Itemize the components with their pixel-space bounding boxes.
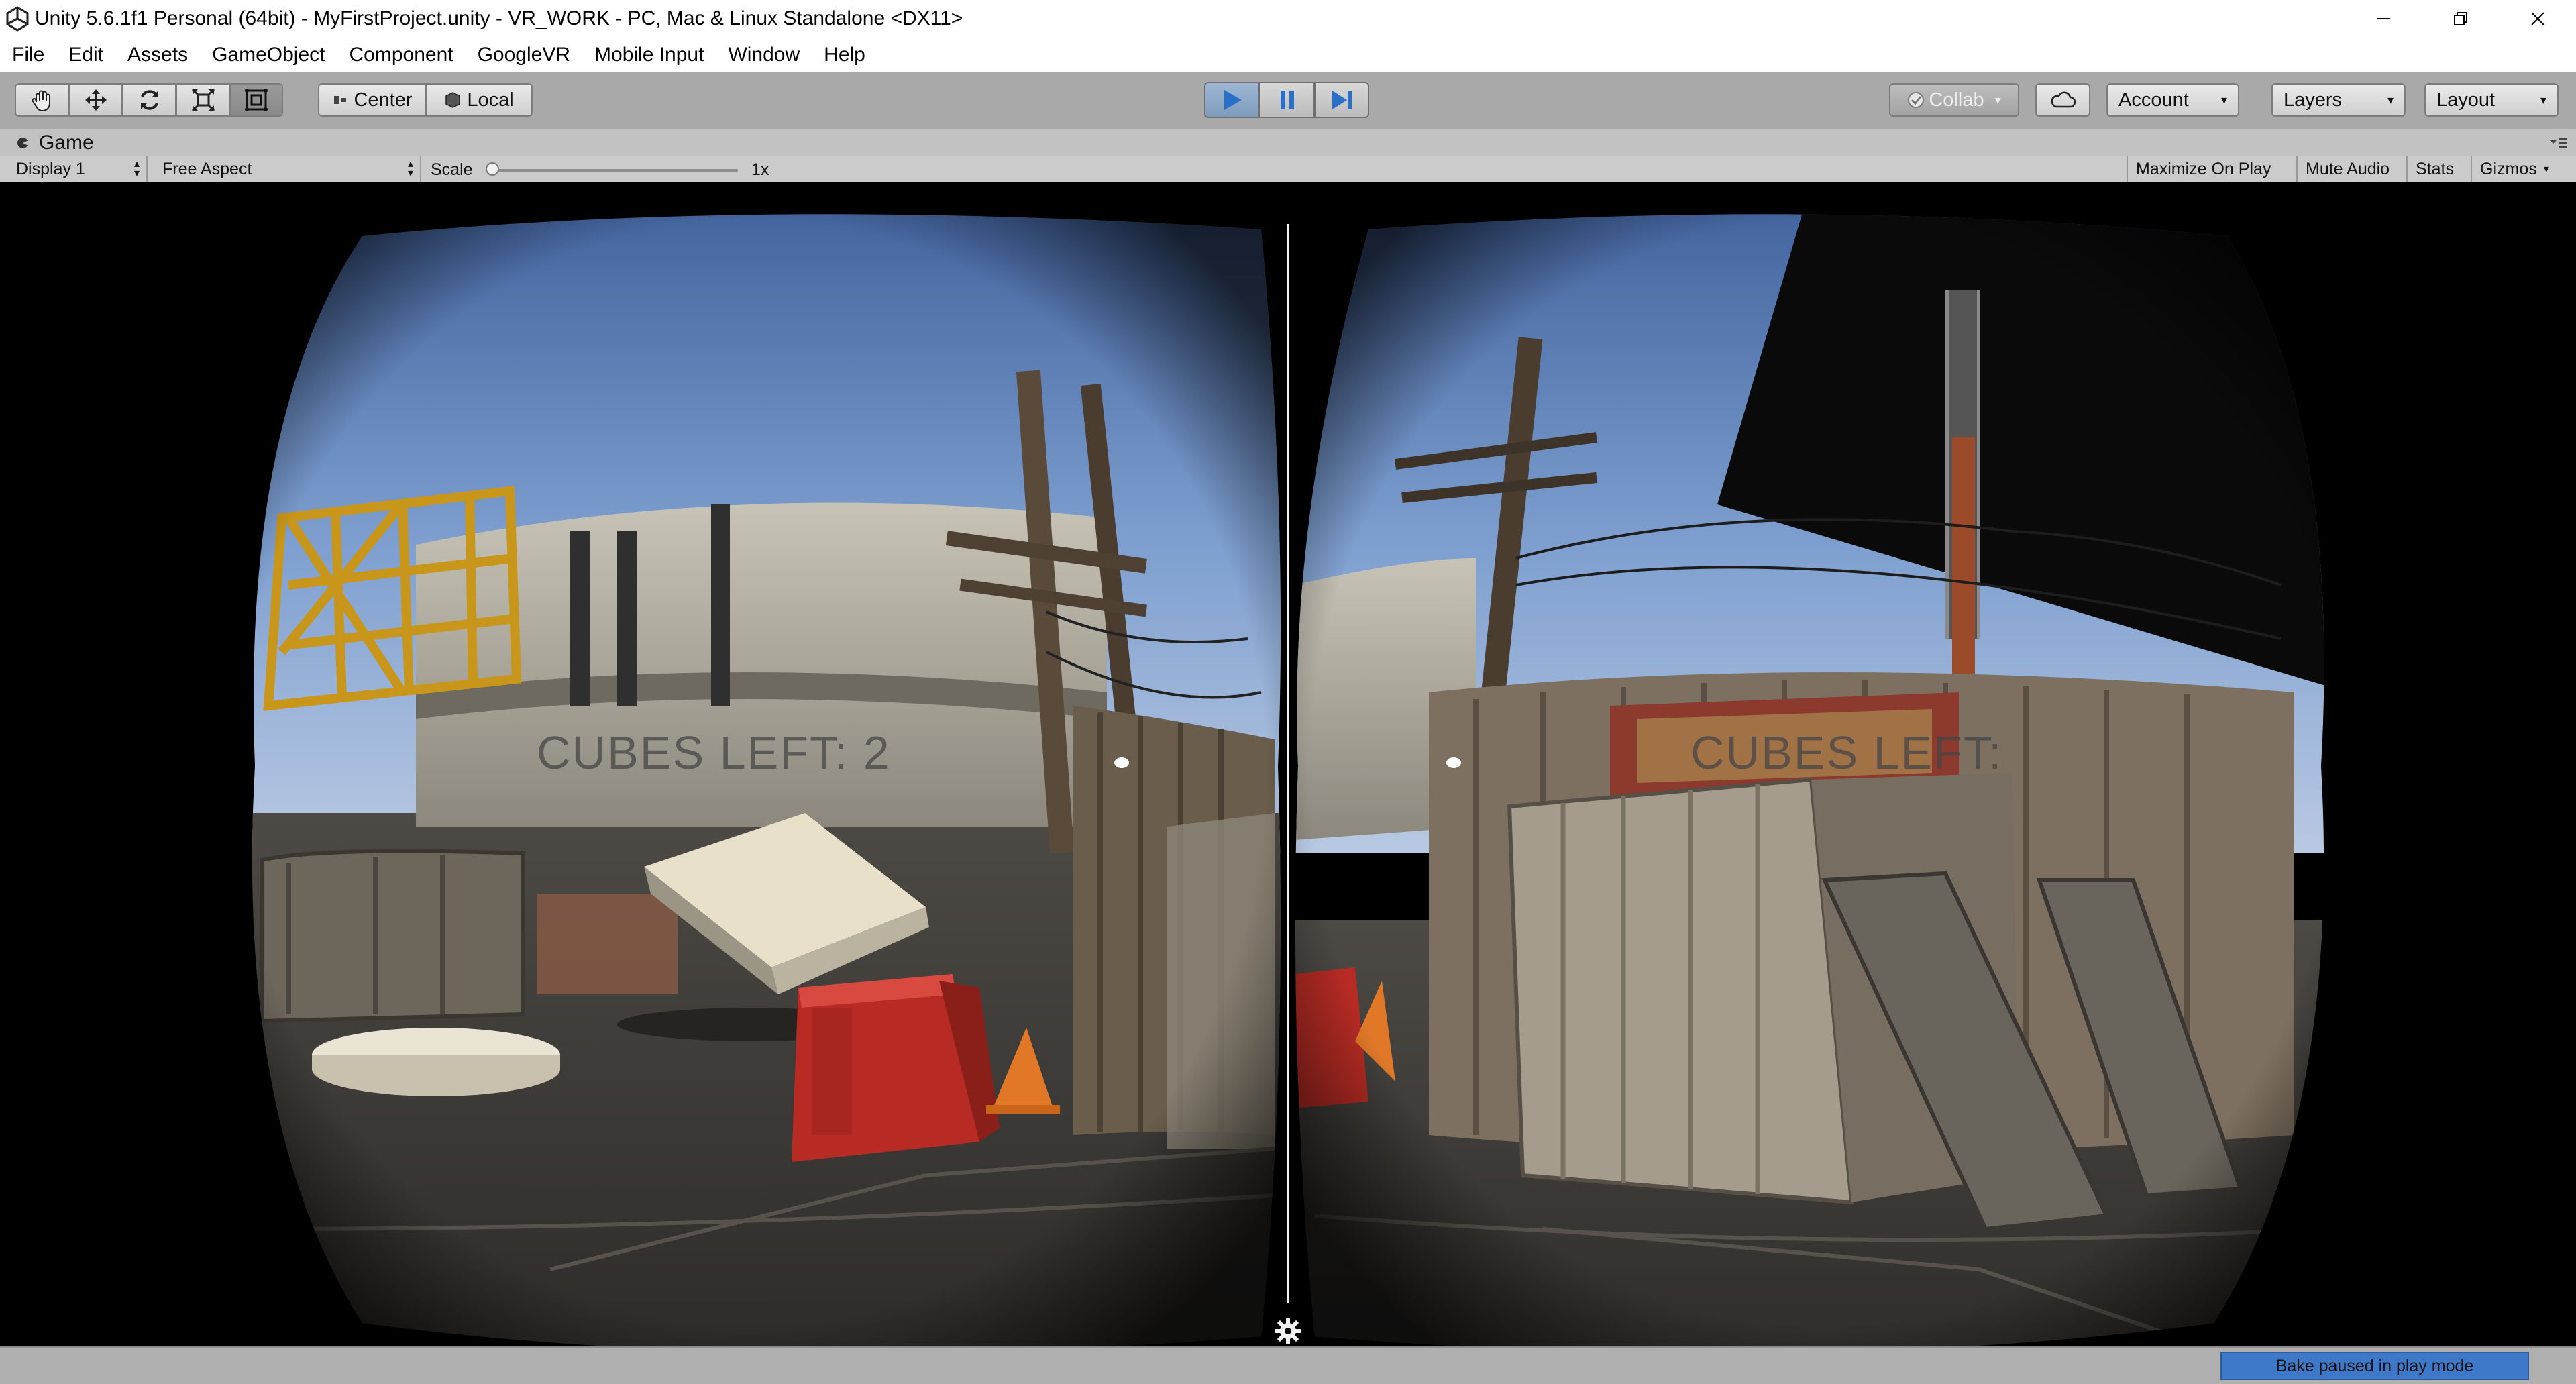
game-controller-icon: [17, 138, 28, 148]
stereo-render: [252, 214, 2324, 1346]
scale-slider-track[interactable]: [490, 169, 738, 172]
pivot-center-button[interactable]: Center: [318, 83, 427, 117]
cloud-button[interactable]: [2035, 83, 2090, 117]
right-reticle: [1446, 757, 1461, 768]
rotate-tool-button[interactable]: [122, 83, 176, 117]
collab-button[interactable]: Collab ▾: [1889, 83, 2019, 117]
scale-slider-thumb[interactable]: [486, 162, 499, 176]
maximize-on-play-toggle[interactable]: Maximize On Play: [2127, 156, 2279, 182]
left-reticle: [1114, 757, 1129, 768]
display-value: Display 1: [16, 159, 85, 178]
check-icon: [1908, 92, 1925, 108]
layout-dropdown-icon: ▾: [2540, 93, 2546, 107]
title-bar: Unity 5.6.1f1 Personal (64bit) - MyFirst…: [0, 0, 2576, 38]
aspect-value: Free Aspect: [162, 159, 252, 178]
layout-label: Layout: [2436, 89, 2496, 111]
menu-googlevr[interactable]: GoogleVR: [466, 44, 582, 66]
gizmos-label: Gizmos: [2480, 159, 2537, 178]
menu-mobile-input[interactable]: Mobile Input: [582, 44, 716, 66]
menu-assets[interactable]: Assets: [115, 44, 200, 66]
minimize-icon: [2377, 18, 2390, 19]
gear-icon[interactable]: [1273, 1316, 1303, 1346]
play-button[interactable]: [1204, 82, 1259, 118]
account-label: Account: [2118, 89, 2189, 111]
menu-edit[interactable]: Edit: [56, 44, 115, 66]
menu-file[interactable]: File: [0, 44, 56, 66]
cloud-icon: [2051, 91, 2076, 108]
menu-window[interactable]: Window: [716, 44, 812, 66]
close-icon: [2530, 12, 2544, 25]
right-cubes-left-text: CUBES LEFT: 2: [1690, 727, 2006, 779]
menu-gameobject[interactable]: GameObject: [200, 44, 337, 66]
game-view-options: Display 1 ▴ ▾ Free Aspect ▴ ▾ Scale 1x Max…: [0, 156, 2576, 184]
hand-tool-icon: [32, 90, 50, 112]
scale-value: 1x: [751, 160, 769, 179]
play-icon: [1224, 90, 1242, 110]
close-button[interactable]: [2499, 0, 2576, 38]
hand-tool-button[interactable]: [15, 83, 68, 117]
game-viewport[interactable]: CUBES LEFT: 2 CUBES LEFT: 2: [0, 182, 2576, 1346]
move-tool-icon: [85, 89, 107, 111]
local-space-icon: [445, 92, 461, 108]
transform-tools: [15, 83, 283, 117]
bake-status-label: Bake paused in play mode: [2275, 1356, 2474, 1375]
pause-button[interactable]: [1259, 82, 1314, 118]
collab-label: Collab: [1929, 89, 1984, 111]
menu-bar: File Edit Assets GameObject Component Go…: [0, 38, 2576, 73]
step-icon: [1332, 91, 1352, 109]
stats-toggle[interactable]: Stats: [2406, 156, 2462, 182]
layers-dropdown[interactable]: Layers ▾: [2271, 83, 2406, 117]
game-tab-label: Game: [39, 131, 94, 154]
step-button[interactable]: [1314, 82, 1369, 118]
scale-tool-button[interactable]: [176, 83, 229, 117]
game-tab-header: Game: [0, 129, 2576, 156]
rect-tool-icon: [245, 89, 268, 111]
updown-icon: ▴ ▾: [407, 158, 413, 179]
pivot-label: Center: [354, 89, 413, 111]
scale-tool-icon: [191, 88, 215, 112]
left-cubes-left-text: CUBES LEFT: 2: [537, 727, 891, 779]
stats-label: Stats: [2416, 159, 2454, 178]
status-bar: Bake paused in play mode: [0, 1346, 2576, 1384]
restore-button[interactable]: [2422, 0, 2499, 38]
restore-icon: [2453, 12, 2467, 25]
updown-icon: ▴ ▾: [133, 158, 140, 179]
aspect-select[interactable]: Free Aspect ▴ ▾: [153, 156, 421, 182]
playback-controls: [1204, 82, 1369, 118]
bake-status-indicator[interactable]: Bake paused in play mode: [2220, 1352, 2529, 1380]
minimize-button[interactable]: [2345, 0, 2422, 38]
pivot-icon: [334, 96, 347, 104]
space-label: Local: [467, 89, 514, 111]
rotate-tool-icon: [140, 90, 158, 110]
account-dropdown-icon: ▾: [2220, 93, 2227, 107]
rect-tool-button[interactable]: [229, 83, 283, 117]
game-tab[interactable]: Game: [7, 130, 111, 156]
scale-label: Scale: [431, 160, 473, 179]
layers-label: Layers: [2284, 89, 2343, 111]
display-select[interactable]: Display 1 ▴ ▾: [8, 156, 148, 182]
unity-logo-icon: [6, 6, 29, 32]
gizmos-dropdown[interactable]: Gizmos ▾: [2471, 156, 2576, 182]
move-tool-button[interactable]: [68, 83, 122, 117]
window-title: Unity 5.6.1f1 Personal (64bit) - MyFirst…: [35, 7, 963, 30]
mute-label: Mute Audio: [2306, 159, 2390, 178]
main-toolbar: Center Local Collab ▾ Account ▾ Layers ▾…: [0, 72, 2576, 130]
pause-icon: [1280, 91, 1294, 109]
mute-audio-toggle[interactable]: Mute Audio: [2296, 156, 2398, 182]
layout-dropdown[interactable]: Layout ▾: [2424, 83, 2559, 117]
account-dropdown[interactable]: Account ▾: [2106, 83, 2239, 117]
menu-component[interactable]: Component: [337, 44, 465, 66]
layers-dropdown-icon: ▾: [2387, 93, 2394, 107]
collab-dropdown-icon: ▾: [1994, 93, 2001, 107]
maximize-label: Maximize On Play: [2136, 159, 2271, 178]
space-local-button[interactable]: Local: [427, 83, 533, 117]
panel-menu-icon[interactable]: [2548, 136, 2568, 150]
gizmos-dropdown-icon: ▾: [2543, 164, 2549, 175]
menu-help[interactable]: Help: [812, 44, 877, 66]
